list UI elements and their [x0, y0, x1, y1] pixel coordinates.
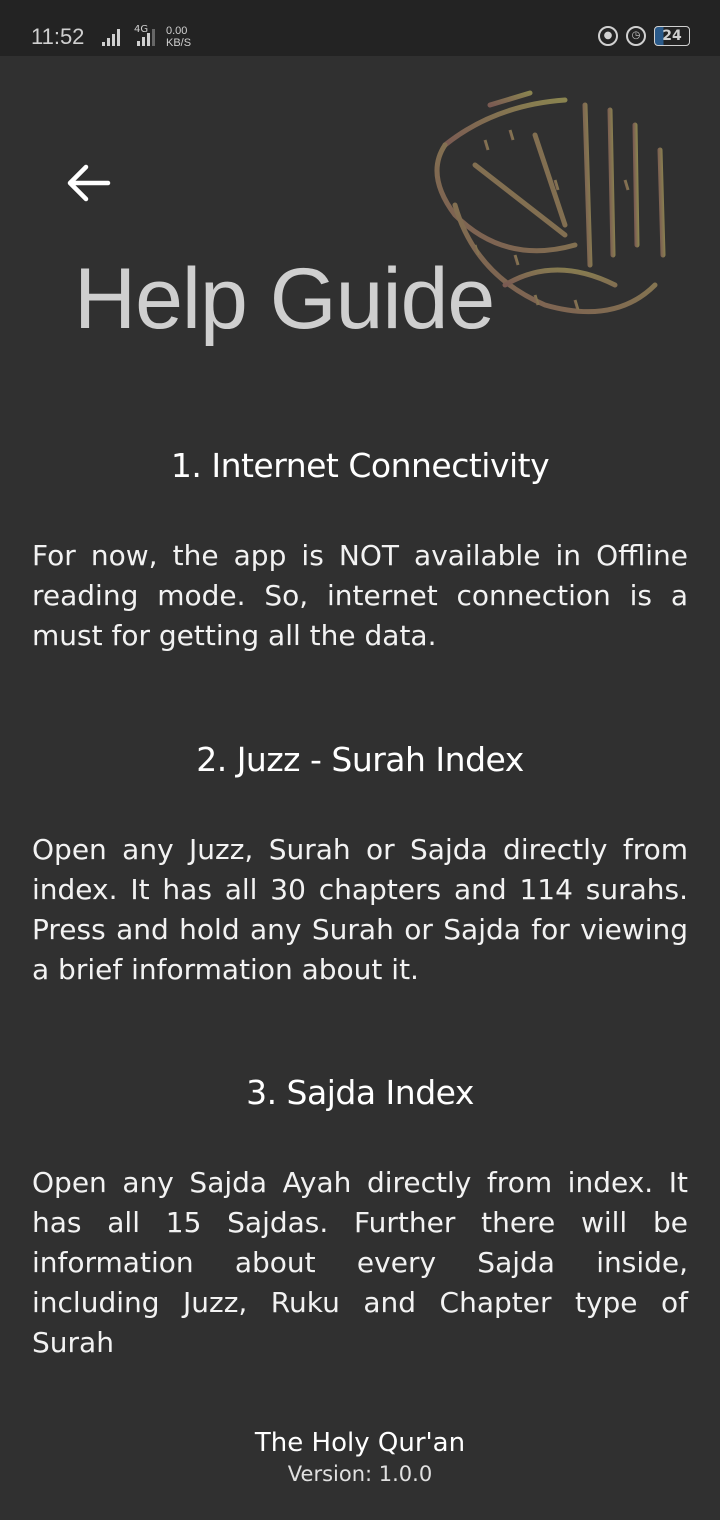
section-heading: 3. Sajda Index	[246, 1073, 474, 1112]
status-bar: 11:52 4G 0.00 KB/S ● ◷ 24	[0, 0, 720, 56]
status-time: 11:52	[31, 24, 85, 49]
signal-icon	[102, 28, 120, 46]
section-body: Open any Juzz, Surah or Sajda directly f…	[32, 833, 688, 986]
network-speed: 0.00 KB/S	[166, 25, 191, 49]
section-body: Open any Sajda Ayah directly from index.…	[32, 1166, 688, 1359]
signal-4g-icon	[137, 28, 155, 46]
battery-icon: 24	[654, 26, 690, 46]
arrow-left-icon	[67, 164, 111, 202]
speed-value: 0.00	[166, 25, 188, 37]
page-title: Help Guide	[74, 251, 495, 347]
footer-version: Version: 1.0.0	[287, 1462, 433, 1486]
section-body: For now, the app is NOT available in Off…	[32, 539, 688, 652]
alarm-icon: ◷	[626, 26, 646, 46]
section-heading: 2. Juzz - Surah Index	[196, 740, 524, 779]
speed-unit: KB/S	[166, 37, 192, 49]
rotation-lock-icon: ●	[598, 26, 618, 46]
section-heading: 1. Internet Connectivity	[170, 446, 550, 485]
footer-app-name: The Holy Qur'an	[254, 1428, 466, 1458]
back-button[interactable]	[66, 160, 112, 206]
